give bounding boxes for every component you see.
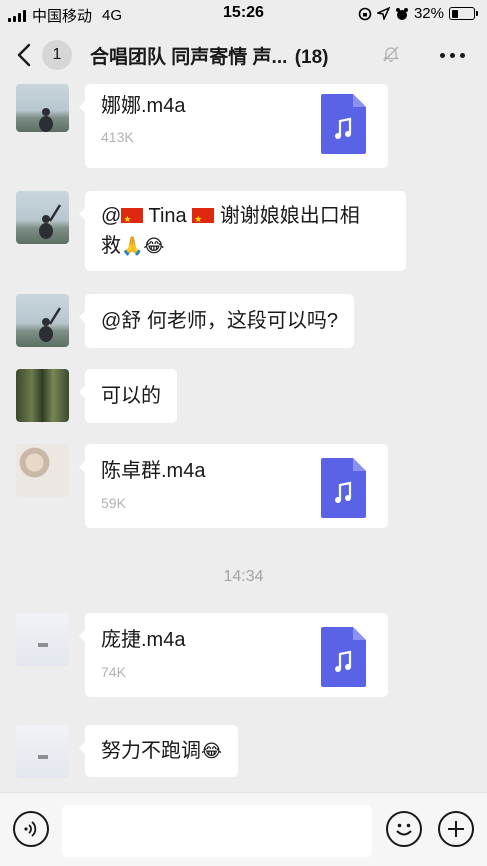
nav-bar: 1 合唱团队 同声寄情 声... (18) [0, 28, 487, 82]
file-name: 陈卓群.m4a [101, 460, 206, 482]
smiley-face-icon [396, 823, 412, 836]
status-right: 32% [358, 5, 478, 22]
back-arrow-icon[interactable] [14, 42, 34, 68]
battery-percent: 32% [413, 5, 444, 22]
message-line: @ Tina 谢谢娘娘出口相 [101, 201, 390, 234]
mention-at: @ [101, 205, 122, 227]
laugh-emoji-icon: 😂 [201, 741, 223, 761]
file-message[interactable]: 陈卓群.m4a 59K [79, 444, 388, 528]
china-flag-icon [121, 204, 144, 234]
alarm-icon [395, 7, 408, 20]
battery-fill [451, 9, 459, 18]
avatar[interactable] [16, 725, 69, 778]
person-silhouette [39, 204, 62, 239]
rotation-lock-icon [358, 7, 372, 20]
text-message[interactable]: @舒 何老师，这段可以吗? [79, 294, 354, 348]
text-message[interactable]: 努力不跑调😂 [78, 725, 239, 777]
avatar[interactable] [16, 444, 69, 497]
file-name: 庞捷.m4a [101, 629, 186, 651]
house-icon [38, 755, 48, 759]
audio-file-icon [321, 458, 366, 518]
add-button[interactable] [438, 811, 474, 847]
member-count: (18) [294, 47, 329, 68]
voice-button[interactable] [13, 811, 49, 847]
message-text: @舒 何老师，这段可以吗? [101, 310, 338, 332]
file-size: 413K [101, 129, 134, 145]
avatar[interactable] [16, 84, 69, 132]
chat-title-text: 合唱团队 同声寄情 声... [90, 47, 288, 68]
battery-icon [449, 7, 478, 20]
avatar[interactable] [16, 294, 69, 347]
input-bar [0, 792, 487, 866]
message-text: 努力不跑调 [101, 740, 201, 762]
person-silhouette [39, 108, 53, 132]
house-icon [38, 643, 48, 647]
person-silhouette [39, 307, 62, 342]
message-text: 救 [101, 235, 121, 257]
avatar[interactable] [16, 369, 69, 422]
plus-icon [448, 821, 464, 837]
file-message[interactable]: 娜娜.m4a 413K [79, 84, 388, 168]
text-message[interactable]: 可以的 [79, 369, 177, 423]
avatar[interactable] [16, 191, 69, 244]
audio-file-icon [321, 627, 366, 687]
message-text: 谢谢娘娘出口相 [219, 205, 360, 227]
more-options-icon[interactable] [440, 53, 465, 58]
message-line: 救🙏😂 [101, 231, 390, 261]
mute-bell-icon [382, 46, 400, 62]
unread-count-badge[interactable]: 1 [42, 40, 72, 70]
audio-file-icon [321, 94, 366, 154]
message-input[interactable] [62, 805, 372, 857]
file-name: 娜娜.m4a [101, 95, 186, 117]
location-icon [376, 7, 390, 20]
file-message[interactable]: 庞捷.m4a 74K [79, 613, 388, 697]
message-text: 可以的 [101, 385, 161, 407]
file-size: 74K [101, 664, 126, 680]
emoji-pray-laugh-icon: 🙏😂 [121, 236, 165, 256]
emoji-button[interactable] [386, 811, 422, 847]
status-bar: 中国移动 4G 15:26 32% [0, 0, 487, 28]
voice-wave-icon [24, 821, 37, 837]
text-message[interactable]: @ Tina 谢谢娘娘出口相 救🙏😂 [79, 191, 406, 271]
china-flag-icon [192, 204, 215, 234]
timestamp-divider: 14:34 [223, 568, 264, 585]
avatar[interactable] [16, 613, 69, 666]
mention-name: Tina [148, 205, 187, 227]
file-size: 59K [101, 495, 126, 511]
chat-title: 合唱团队 同声寄情 声... (18) [90, 42, 380, 69]
